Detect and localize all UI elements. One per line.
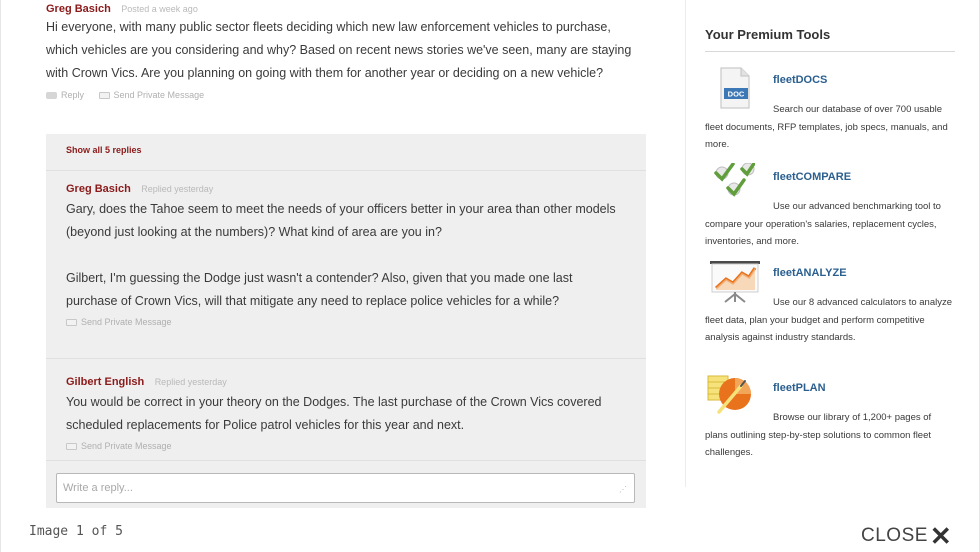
main-post: Greg Basich Posted a week ago Hi everyon… (46, 0, 646, 104)
post-header: Greg Basich Posted a week ago (46, 0, 646, 16)
close-button[interactable]: CLOSE ✕ (861, 521, 953, 551)
tool-link-fleetdocs[interactable]: fleetDOCS (773, 74, 827, 86)
tool-description: Use our 8 advanced calculators to analyz… (705, 297, 953, 343)
replies-panel: Show all 5 replies Greg Basich Replied y… (46, 134, 646, 508)
send-private-message-link[interactable]: Send Private Message (66, 313, 172, 331)
envelope-icon (66, 318, 77, 326)
divider (46, 170, 646, 171)
reply-body: You would be correct in your theory on t… (66, 391, 626, 437)
post-body: Hi everyone, with many public sector fle… (46, 20, 632, 80)
send-private-message-label: Send Private Message (81, 317, 172, 327)
reply-author[interactable]: Gilbert English (66, 376, 144, 388)
reply-label: Reply (61, 90, 85, 100)
reply-paragraph: Gary, does the Tahoe seem to meet the ne… (66, 202, 616, 239)
reply-author[interactable]: Greg Basich (66, 183, 131, 195)
reply-paragraph: You would be correct in your theory on t… (66, 395, 602, 432)
reply-body: Gary, does the Tahoe seem to meet the ne… (66, 198, 626, 313)
divider (705, 51, 955, 52)
tool-description: Search our database of over 700 usable f… (705, 104, 948, 150)
send-private-message-label: Send Private Message (113, 90, 205, 100)
divider (46, 460, 646, 461)
reply-paragraph: Gilbert, I'm guessing the Dodge just was… (66, 271, 573, 308)
divider (46, 358, 646, 359)
tool-description: Use our advanced benchmarking tool to co… (705, 201, 941, 247)
resize-grip-icon[interactable]: ⋰ (619, 486, 627, 494)
tool-link-fleetcompare[interactable]: fleetCOMPARE (773, 171, 851, 183)
show-all-replies-link[interactable]: Show all 5 replies (66, 145, 142, 155)
envelope-icon (66, 442, 77, 450)
reply-actions: Send Private Message (66, 313, 626, 331)
send-private-message-label: Send Private Message (81, 441, 172, 451)
comment-icon (46, 91, 57, 99)
tool-link-fleetplan[interactable]: fleetPLAN (773, 382, 826, 394)
post-timestamp: Posted a week ago (121, 4, 198, 14)
tool-link-fleetanalyze[interactable]: fleetANALYZE (773, 267, 847, 279)
reply-actions: Send Private Message (66, 437, 626, 455)
reply-item: Greg Basich Replied yesterday Gary, does… (66, 180, 626, 331)
close-icon: ✕ (929, 521, 953, 551)
document-icon-label: DOC (728, 90, 745, 99)
reply-timestamp: Replied yesterday (141, 184, 214, 194)
envelope-icon (98, 91, 110, 99)
reply-header: Gilbert English Replied yesterday (66, 373, 626, 389)
close-label: CLOSE (861, 525, 928, 546)
send-private-message-link[interactable]: Send Private Message (98, 86, 205, 104)
post-author[interactable]: Greg Basich (46, 3, 111, 15)
tool-description: Browse our library of 1,200+ pages of pl… (705, 412, 932, 458)
reply-item: Gilbert English Replied yesterday You wo… (66, 373, 626, 455)
reply-header: Greg Basich Replied yesterday (66, 180, 626, 196)
reply-link[interactable]: Reply (46, 86, 84, 104)
reply-timestamp: Replied yesterday (154, 377, 227, 387)
post-actions: Reply Send Private Message (46, 86, 646, 104)
send-private-message-link[interactable]: Send Private Message (66, 437, 172, 455)
image-counter: Image 1 of 5 (29, 524, 123, 539)
reply-input[interactable] (56, 473, 635, 503)
sidebar-title: Your Premium Tools (705, 27, 831, 42)
premium-tools-sidebar: Your Premium Tools DOC fleetDOCS Search … (685, 0, 960, 487)
